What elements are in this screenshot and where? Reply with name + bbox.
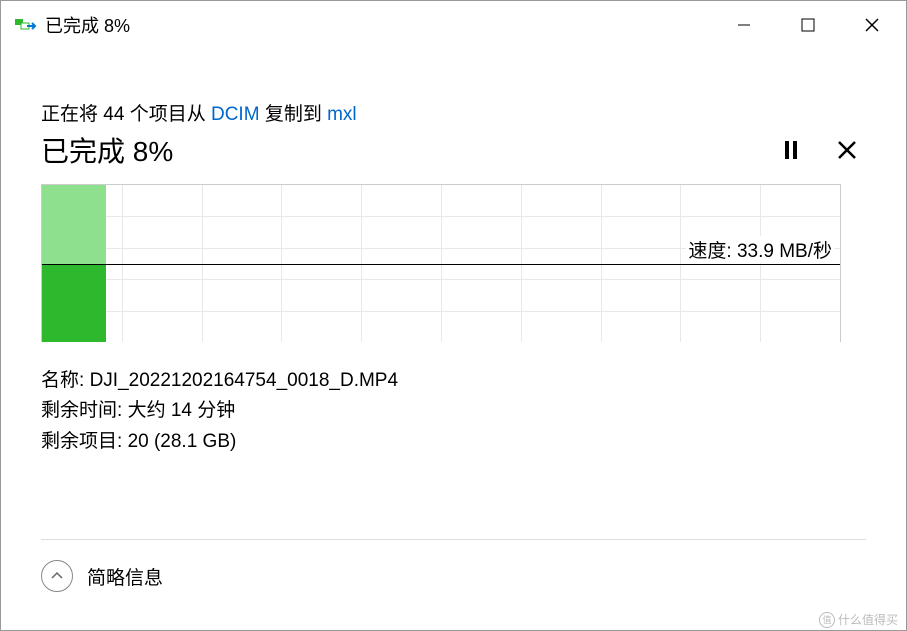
window-controls — [712, 3, 904, 47]
chart-current-fill — [42, 264, 106, 343]
detail-time-value: 大约 14 分钟 — [128, 400, 236, 421]
footer-label: 简略信息 — [87, 563, 163, 590]
chart-peak-fill — [42, 185, 106, 264]
progress-controls — [784, 141, 866, 159]
pause-button[interactable] — [784, 141, 798, 159]
watermark: 值 什么值得买 — [819, 611, 898, 628]
dialog-content: 正在将 44 个项目从 DCIM 复制到 mxl 已完成 8% — [1, 49, 906, 457]
window-title: 已完成 8% — [45, 12, 712, 38]
minimize-button[interactable] — [712, 3, 776, 47]
close-button[interactable] — [840, 3, 904, 47]
detail-name-row: 名称: DJI_20221202164754_0018_D.MP4 — [41, 366, 866, 396]
detail-items-label: 剩余项目: — [41, 431, 128, 452]
copy-description: 正在将 44 个项目从 DCIM 复制到 mxl — [41, 99, 866, 126]
detail-items-value: 20 (28.1 GB) — [128, 431, 237, 452]
detail-name-label: 名称: — [41, 370, 90, 391]
divider — [41, 539, 866, 540]
titlebar: 已完成 8% — [1, 1, 906, 49]
copy-mid: 复制到 — [260, 104, 328, 125]
watermark-text: 什么值得买 — [838, 611, 898, 628]
dest-folder-link[interactable]: mxl — [327, 104, 357, 125]
watermark-icon: 值 — [819, 612, 835, 628]
chart-speed-label: 速度: 33.9 MB/秒 — [686, 236, 834, 263]
progress-title: 已完成 8% — [41, 130, 173, 170]
cancel-button[interactable] — [838, 141, 856, 159]
copy-transfer-icon — [15, 17, 37, 33]
footer-toggle[interactable]: 简略信息 — [41, 560, 163, 592]
progress-header: 已完成 8% — [41, 130, 866, 170]
file-copy-dialog: 已完成 8% 正在将 44 个项目从 DCIM 复制到 mxl 已完成 8% — [0, 0, 907, 631]
speed-chart: 速度: 33.9 MB/秒 — [41, 184, 841, 342]
chevron-up-icon — [41, 560, 73, 592]
detail-time-row: 剩余时间: 大约 14 分钟 — [41, 396, 866, 426]
source-folder-link[interactable]: DCIM — [211, 104, 260, 125]
maximize-button[interactable] — [776, 3, 840, 47]
transfer-details: 名称: DJI_20221202164754_0018_D.MP4 剩余时间: … — [41, 366, 866, 457]
chart-speed-line — [42, 264, 840, 265]
detail-name-value: DJI_20221202164754_0018_D.MP4 — [90, 370, 398, 391]
detail-items-row: 剩余项目: 20 (28.1 GB) — [41, 427, 866, 457]
detail-time-label: 剩余时间: — [41, 400, 128, 421]
copy-prefix: 正在将 44 个项目从 — [41, 104, 211, 125]
